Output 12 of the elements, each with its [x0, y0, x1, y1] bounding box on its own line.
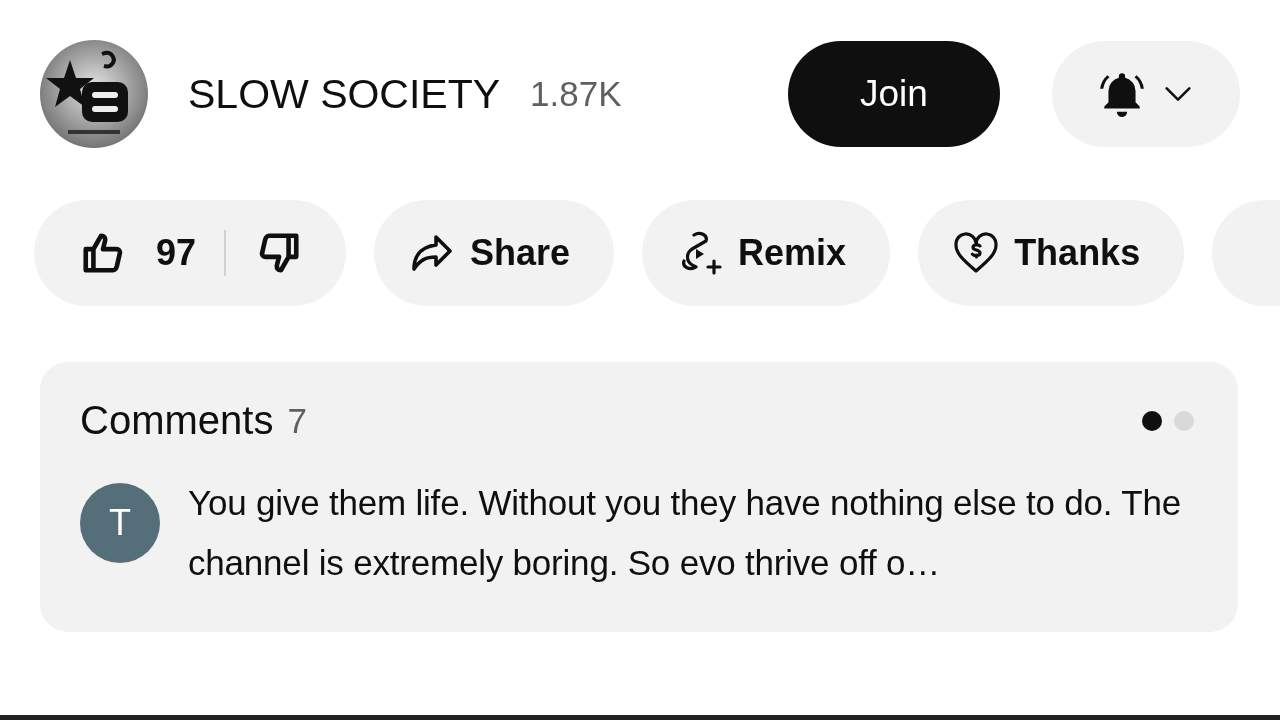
- remix-button[interactable]: Remix: [642, 200, 891, 306]
- channel-name[interactable]: SLOW SOCIETY: [188, 70, 501, 118]
- thanks-button[interactable]: Thanks: [918, 200, 1185, 306]
- commenter-avatar: T: [80, 483, 160, 563]
- join-button[interactable]: Join: [788, 41, 1000, 147]
- comments-title: Comments: [80, 398, 274, 443]
- comments-card[interactable]: Comments 7 T You give them life. Without you they have nothing else to do. The channel is extremely boring. So evo thrive off o…: [40, 362, 1238, 632]
- like-button[interactable]: 97: [80, 230, 197, 276]
- share-button[interactable]: Share: [374, 200, 615, 306]
- subscriber-count: 1.87K: [530, 74, 622, 114]
- comment-text: You give them life. Without you they have nothing else to do. The channel is extremely boring. So evo thrive off o…: [188, 482, 1182, 584]
- comment-count: 7: [287, 400, 307, 441]
